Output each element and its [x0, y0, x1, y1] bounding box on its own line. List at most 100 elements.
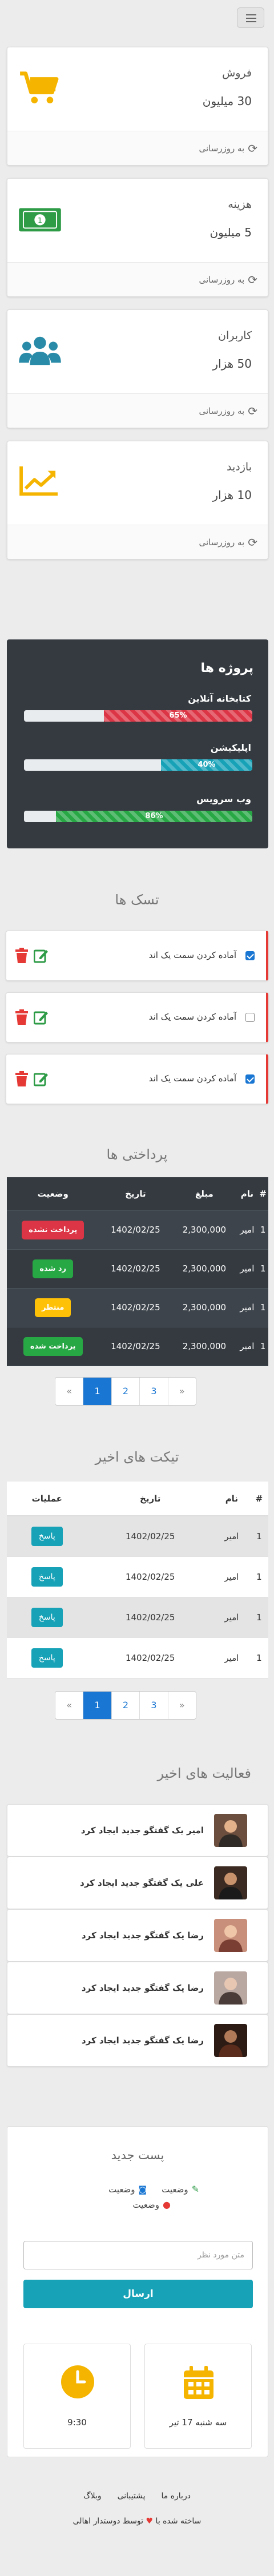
activity-text: امیر یک گفتگو جدید ایجاد کرد — [80, 1825, 204, 1836]
reply-button[interactable]: پاسخ — [31, 1526, 63, 1546]
top-bar — [0, 0, 274, 34]
money-icon: 1 — [19, 208, 61, 232]
pagination-page[interactable]: 3 — [139, 1378, 167, 1405]
pagination-page[interactable]: 1 — [83, 1692, 111, 1719]
table-cell: 2,300,000 — [172, 1288, 237, 1327]
table-cell: 1 — [257, 1249, 268, 1289]
send-button[interactable]: ارسال — [23, 2280, 253, 2308]
stat-title: هزینه — [228, 198, 252, 211]
stat-card-footer: ⟳ به روزرسانی — [7, 525, 268, 559]
pagination-prev[interactable]: « — [55, 1692, 83, 1719]
table-cell: امیر — [213, 1516, 250, 1557]
table-cell: پرداخت نشده — [7, 1210, 99, 1250]
stat-card-users: کاربران 50 هزار ⟳ به روزرسانی — [7, 309, 268, 428]
table-cell: 1402/02/25 — [99, 1210, 172, 1250]
activity-text: رضا یک گفتگو جدید ایجاد کرد — [81, 1930, 204, 1941]
stat-value: 30 میلیون — [202, 94, 252, 108]
new-post-title: پست جدید — [111, 2148, 164, 2162]
refresh-link[interactable]: ⟳ به روزرسانی — [199, 404, 257, 418]
column-header: نام — [213, 1482, 250, 1516]
pagination-next[interactable]: » — [167, 1692, 196, 1719]
reply-button[interactable]: پاسخ — [31, 1648, 63, 1668]
stat-card-body: بازدید 10 هزار — [7, 441, 268, 526]
pagination-next[interactable]: » — [167, 1378, 196, 1405]
table-cell: 1 — [257, 1210, 268, 1250]
task-checkbox[interactable] — [245, 951, 255, 960]
task-checkbox[interactable] — [245, 1074, 255, 1084]
table-header-row: # نام تاریخ عملیات — [7, 1482, 268, 1516]
stat-card-footer: ⟳ به روزرسانی — [7, 131, 268, 165]
dashboard-page: فروش 30 میلیون ⟳ به روزرسانی هزینه 5 میل… — [0, 0, 274, 2576]
activity-item: امیر یک گفتگو جدید ایجاد کرد — [7, 1804, 268, 1857]
table-row: 1 امیر 1402/02/25 پاسخ — [7, 1516, 268, 1557]
footer-link-about[interactable]: درباره ما — [161, 2492, 190, 2501]
menu-toggle-button[interactable] — [237, 7, 264, 28]
refresh-label: به روزرسانی — [199, 406, 245, 416]
table-cell: 1 — [257, 1327, 268, 1366]
task-text: آماده کردن سمت یک اند — [148, 950, 236, 960]
refresh-link[interactable]: ⟳ به روزرسانی — [199, 536, 257, 549]
clock-icon — [61, 2365, 94, 2398]
trash-icon[interactable] — [14, 1071, 29, 1087]
trash-icon[interactable] — [14, 948, 29, 964]
table-cell: امیر — [236, 1210, 258, 1250]
footer-links: درباره ما پشتیبانی وبلاگ — [0, 2492, 274, 2501]
avatar — [214, 1919, 247, 1952]
pagination-prev[interactable]: « — [55, 1378, 83, 1405]
stat-title: فروش — [222, 67, 252, 79]
reply-button[interactable]: پاسخ — [31, 1567, 63, 1587]
table-cell: پرداخت شده — [7, 1327, 99, 1366]
edit-icon[interactable] — [34, 948, 49, 964]
tool-label[interactable]: وضعیت — [162, 2184, 188, 2195]
table-cell: امیر — [236, 1327, 258, 1366]
table-cell: پاسخ — [7, 1516, 87, 1557]
table-cell: 2,300,000 — [172, 1249, 237, 1289]
stat-card-expense: هزینه 5 میلیون 1 ⟳ به روزرسانی — [7, 178, 268, 297]
table-cell: رد شده — [7, 1249, 99, 1289]
refresh-link[interactable]: ⟳ به روزرسانی — [199, 142, 257, 155]
pagination-page[interactable]: 1 — [83, 1378, 111, 1405]
table-cell: 2,300,000 — [172, 1210, 237, 1250]
table-cell: 1402/02/25 — [87, 1516, 213, 1557]
reply-button[interactable]: پاسخ — [31, 1607, 63, 1627]
trash-icon[interactable] — [14, 1009, 29, 1025]
users-icon — [19, 336, 61, 365]
camera-icon[interactable]: ◙ — [139, 2184, 147, 2195]
project-name: اپلیکیشن — [210, 742, 251, 753]
payments-title: پرداختی ها — [106, 1146, 168, 1162]
edit-icon[interactable] — [34, 1009, 49, 1025]
project-progress-bar: 40% — [24, 759, 252, 771]
date-label: سه شنبه 17 تیر — [169, 2417, 227, 2428]
status-badge: منتظر — [35, 1298, 71, 1317]
table-cell: 1 — [249, 1556, 268, 1597]
task-checkbox[interactable] — [245, 1013, 255, 1022]
refresh-link[interactable]: ⟳ به روزرسانی — [199, 273, 257, 287]
project-progress-fill: 86% — [56, 811, 252, 822]
activity-item: رضا یک گفتگو جدید ایجاد کرد — [7, 1909, 268, 1962]
table-cell: 2,300,000 — [172, 1327, 237, 1366]
column-header: # — [249, 1482, 268, 1516]
avatar — [214, 1866, 247, 1899]
table-cell: امیر — [213, 1637, 250, 1679]
time-label: 9:30 — [67, 2417, 87, 2428]
edit-icon[interactable] — [34, 1071, 49, 1087]
activity-text: علی یک گفتگو جدید ایجاد کرد — [80, 1878, 204, 1888]
column-header: تاریخ — [99, 1177, 172, 1211]
projects-card: پروژه ها کتابخانه آنلاین 65% اپلیکیشن 40… — [7, 639, 268, 848]
pagination-page[interactable]: 2 — [111, 1378, 139, 1405]
pagination-page[interactable]: 2 — [111, 1692, 139, 1719]
post-text-input[interactable]: متن مورد نظر — [23, 2241, 253, 2269]
tool-label[interactable]: وضعیت — [133, 2200, 159, 2210]
footer-link-blog[interactable]: وبلاگ — [83, 2492, 102, 2501]
table-row: 1 امیر 2,300,000 1402/02/25 پرداخت نشده — [7, 1210, 268, 1250]
pagination-page[interactable]: 3 — [139, 1692, 167, 1719]
tool-label[interactable]: وضعیت — [108, 2184, 135, 2195]
footer-link-support[interactable]: پشتیبانی — [118, 2492, 146, 2501]
activities-title: فعالیت های اخیر — [157, 1765, 251, 1781]
avatar — [214, 1971, 247, 2005]
column-header: نام — [236, 1177, 258, 1211]
pencil-icon[interactable]: ✎ — [192, 2184, 199, 2195]
stat-card-footer: ⟳ به روزرسانی — [7, 393, 268, 428]
location-pin-icon[interactable]: ● — [163, 2199, 171, 2210]
refresh-icon: ⟳ — [248, 273, 257, 287]
